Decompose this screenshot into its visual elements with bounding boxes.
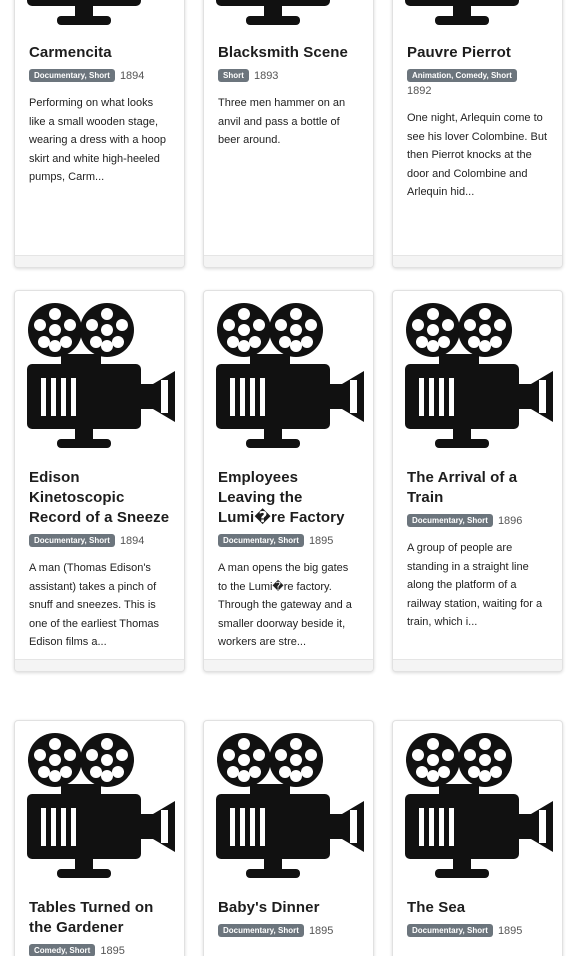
- genre-badge: Documentary, Short: [29, 534, 115, 547]
- movie-card[interactable]: The Sea Documentary, Short 1895: [392, 720, 563, 956]
- movie-description: Performing on what looks like a small wo…: [29, 97, 166, 183]
- card-footer: [393, 659, 562, 671]
- movie-description: A group of people are standing in a stra…: [407, 542, 543, 628]
- genre-badge: Documentary, Short: [218, 924, 304, 937]
- movie-title[interactable]: Carmencita: [29, 43, 170, 63]
- movie-description: One night, Arlequin come to see his love…: [407, 112, 548, 198]
- movie-year: 1896: [497, 515, 523, 527]
- genre-badge: Short: [218, 69, 249, 82]
- movie-card[interactable]: Blacksmith Scene Short 1893 Three men ha…: [203, 0, 374, 268]
- movie-year: 1895: [308, 535, 334, 547]
- movie-camera-icon: [204, 726, 374, 886]
- movie-camera-icon: [204, 296, 374, 456]
- genre-badge: Animation, Comedy, Short: [407, 69, 517, 82]
- card-footer: [204, 659, 373, 671]
- movie-description: A man opens the big gates to the Lumi�re…: [218, 562, 352, 648]
- movie-year: 1895: [100, 945, 125, 956]
- movie-year: 1892: [407, 85, 432, 97]
- card-footer: [15, 255, 184, 267]
- movie-card[interactable]: Carmencita Documentary, Short 1894 Perfo…: [14, 0, 185, 268]
- movie-camera-icon: [393, 0, 563, 33]
- card-footer: [393, 255, 562, 267]
- movie-year: 1895: [308, 925, 334, 937]
- movie-card[interactable]: Baby's Dinner Documentary, Short 1895: [203, 720, 374, 956]
- movie-card[interactable]: Employees Leaving the Lumi�re Factory Do…: [203, 290, 374, 672]
- movie-title[interactable]: Blacksmith Scene: [218, 43, 359, 63]
- movie-camera-icon: [15, 296, 185, 456]
- movie-title[interactable]: Baby's Dinner: [218, 898, 359, 918]
- genre-badge: Documentary, Short: [218, 534, 304, 547]
- movie-camera-icon: [393, 296, 563, 456]
- movie-title[interactable]: The Sea: [407, 898, 548, 918]
- movie-title[interactable]: Employees Leaving the Lumi�re Factory: [218, 468, 359, 528]
- genre-badge: Documentary, Short: [407, 924, 493, 937]
- movie-description: Three men hammer on an anvil and pass a …: [218, 97, 346, 146]
- movie-card[interactable]: Pauvre Pierrot Animation, Comedy, Short …: [392, 0, 563, 268]
- movie-title[interactable]: Pauvre Pierrot: [407, 43, 548, 63]
- card-footer: [204, 255, 373, 267]
- movie-card[interactable]: Edison Kinetoscopic Record of a Sneeze D…: [14, 290, 185, 672]
- card-footer: [15, 659, 184, 671]
- movie-title[interactable]: The Arrival of a Train: [407, 468, 548, 508]
- genre-badge: Comedy, Short: [29, 944, 96, 956]
- movie-title[interactable]: Edison Kinetoscopic Record of a Sneeze: [29, 468, 170, 528]
- movie-year: 1894: [119, 535, 145, 547]
- movie-camera-icon: [393, 726, 563, 886]
- movie-camera-icon: [15, 726, 185, 886]
- movie-year: 1894: [119, 70, 145, 82]
- movie-card[interactable]: The Arrival of a Train Documentary, Shor…: [392, 290, 563, 672]
- movie-camera-icon: [204, 0, 374, 33]
- genre-badge: Documentary, Short: [29, 69, 115, 82]
- movie-description: A man (Thomas Edison's assistant) takes …: [29, 562, 160, 648]
- movie-card[interactable]: Tables Turned on the Gardener Comedy, Sh…: [14, 720, 185, 956]
- movie-camera-icon: [15, 0, 185, 33]
- genre-badge: Documentary, Short: [407, 514, 493, 527]
- movie-year: 1893: [253, 70, 279, 82]
- movie-title[interactable]: Tables Turned on the Gardener: [29, 898, 170, 938]
- movie-year: 1895: [497, 925, 523, 937]
